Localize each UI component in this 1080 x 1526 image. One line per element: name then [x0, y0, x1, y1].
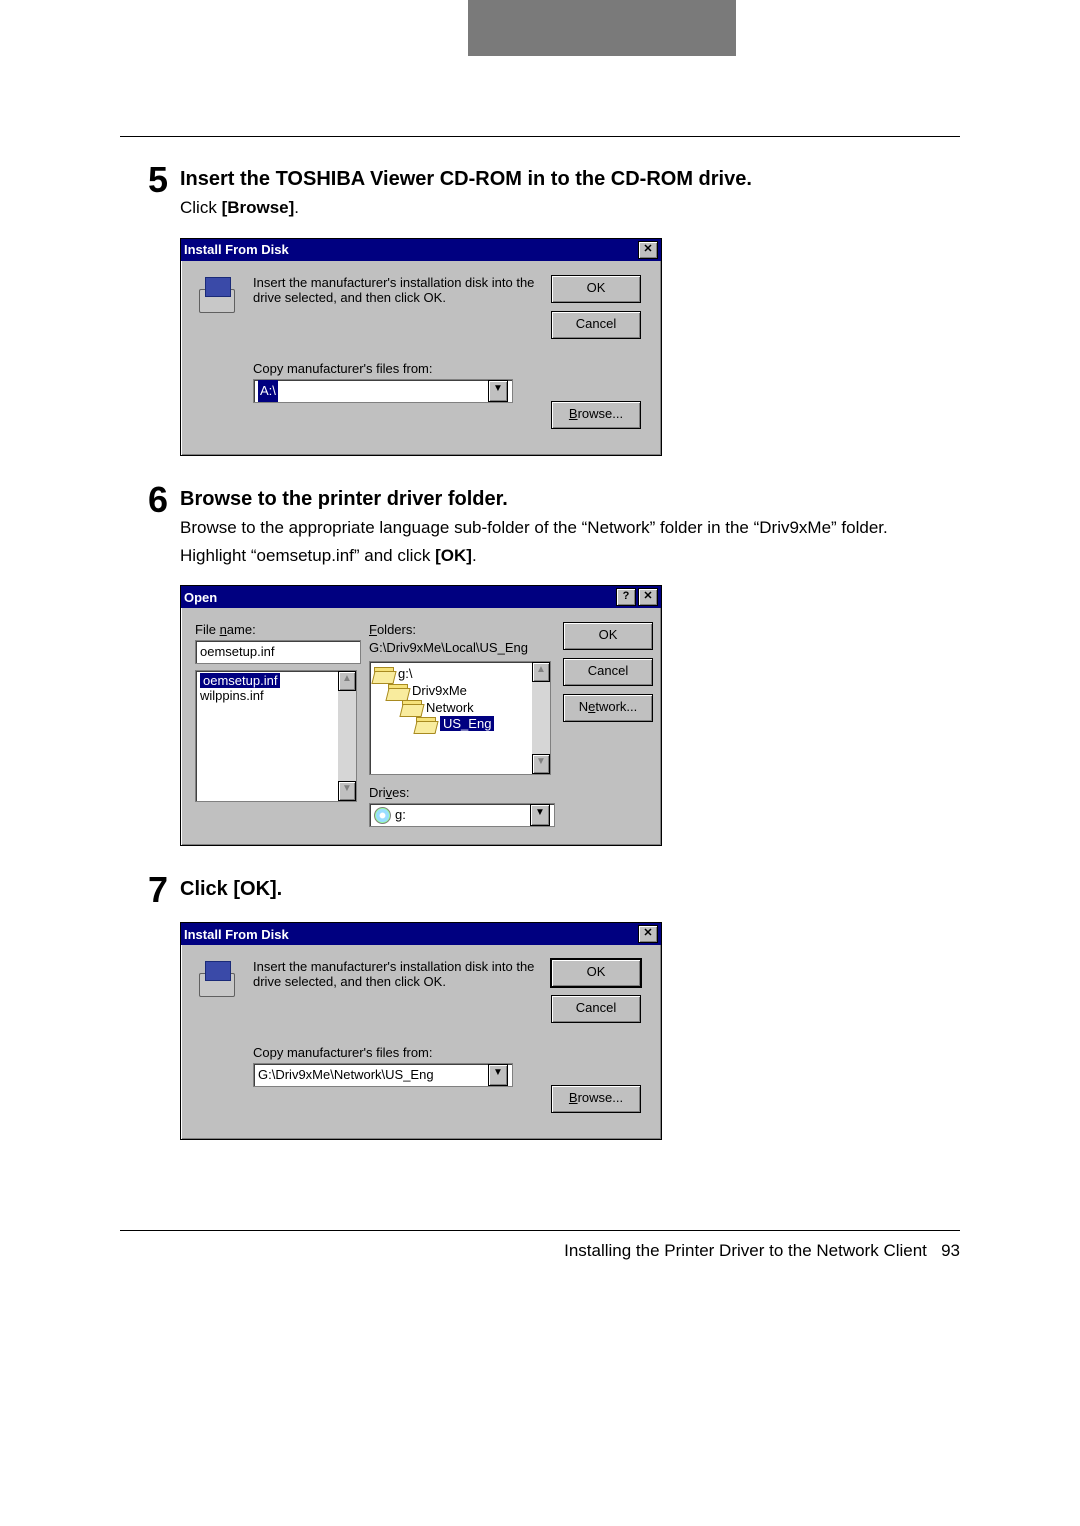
- copy-from-label: Copy manufacturer's files from:: [253, 1045, 537, 1060]
- ok-button[interactable]: OK: [551, 275, 641, 303]
- scrollbar[interactable]: ▲ ▼: [532, 662, 550, 774]
- step-5: 5 Insert the TOSHIBA Viewer CD-ROM in to…: [120, 162, 960, 224]
- folder-open-icon: [416, 717, 436, 733]
- cancel-button[interactable]: Cancel: [551, 995, 641, 1023]
- step-body: Click [OK].: [180, 872, 960, 906]
- help-icon[interactable]: ?: [616, 588, 636, 606]
- text-post: .: [472, 546, 477, 565]
- text-bold: [OK]: [435, 546, 472, 565]
- step-body: Insert the TOSHIBA Viewer CD-ROM in to t…: [180, 162, 960, 224]
- tree-item[interactable]: Driv9xMe: [374, 683, 546, 700]
- list-item[interactable]: wilppins.inf: [200, 688, 352, 703]
- dialog-title: Install From Disk: [184, 242, 289, 257]
- filename-input[interactable]: oemsetup.inf: [195, 640, 361, 664]
- network-button[interactable]: Network...: [563, 694, 653, 722]
- cd-icon: [374, 807, 391, 824]
- footer-rule: [120, 1230, 960, 1231]
- footer-text: Installing the Printer Driver to the Net…: [564, 1241, 927, 1260]
- folders-path: G:\Driv9xMe\Local\US_Eng: [369, 640, 549, 655]
- text-pre: Highlight “oemsetup.inf” and click: [180, 546, 435, 565]
- tree-item[interactable]: Network: [374, 700, 546, 717]
- browse-button[interactable]: Browse...: [551, 1085, 641, 1113]
- step-number: 7: [120, 872, 168, 908]
- drive-value: g:: [395, 807, 406, 822]
- path-value: G:\Driv9xMe\Network\US_Eng: [258, 1064, 434, 1086]
- titlebar: Open ? ✕: [181, 586, 661, 608]
- text-bold: [Browse]: [222, 198, 295, 217]
- titlebar: Install From Disk ✕: [181, 923, 661, 945]
- folder-open-icon: [388, 684, 408, 700]
- folder-open-icon: [402, 700, 422, 716]
- text-pre: Click: [180, 198, 222, 217]
- step-6-title: Browse to the printer driver folder.: [180, 486, 960, 512]
- dialog-title: Open: [184, 590, 217, 605]
- step-5-title: Insert the TOSHIBA Viewer CD-ROM in to t…: [180, 166, 960, 192]
- path-combo[interactable]: A:\ ▼: [253, 379, 513, 403]
- dialog-install-1: Install From Disk ✕ Insert the manufactu…: [180, 238, 960, 456]
- step-5-text: Click [Browse].: [180, 196, 960, 220]
- filename-label: File name:: [195, 622, 355, 637]
- tree-item[interactable]: g:\: [374, 666, 546, 683]
- path-combo[interactable]: G:\Driv9xMe\Network\US_Eng ▼: [253, 1063, 513, 1087]
- copy-from-label: Copy manufacturer's files from:: [253, 361, 537, 376]
- folder-tree[interactable]: g:\ Driv9xMe Network US_Eng ▲ ▼: [369, 661, 551, 775]
- scroll-up-icon[interactable]: ▲: [532, 662, 550, 682]
- step-7: 7 Click [OK].: [120, 872, 960, 908]
- path-value: A:\: [258, 380, 278, 402]
- dialog-open: Open ? ✕ File name: oemsetup.inf oemsetu…: [180, 585, 960, 846]
- chevron-down-icon[interactable]: ▼: [488, 1064, 508, 1086]
- text-post: .: [294, 198, 299, 217]
- step-6-text-1: Browse to the appropriate language sub-f…: [180, 516, 960, 540]
- page-footer: Installing the Printer Driver to the Net…: [120, 1241, 960, 1301]
- ok-button[interactable]: OK: [563, 622, 653, 650]
- scroll-down-icon[interactable]: ▼: [532, 754, 550, 774]
- folders-label: Folders:: [369, 622, 549, 637]
- dialog-message: Insert the manufacturer's installation d…: [253, 959, 537, 1019]
- tree-item[interactable]: US_Eng: [374, 716, 546, 733]
- drives-combo[interactable]: g: ▼: [369, 803, 555, 827]
- top-rule: [120, 136, 960, 137]
- cancel-button[interactable]: Cancel: [551, 311, 641, 339]
- file-listbox[interactable]: oemsetup.inf wilppins.inf ▲ ▼: [195, 670, 357, 802]
- scrollbar[interactable]: ▲ ▼: [338, 671, 356, 801]
- header-grey-block: [468, 0, 736, 56]
- step-number: 5: [120, 162, 168, 198]
- dialog-title: Install From Disk: [184, 927, 289, 942]
- browse-button[interactable]: Browse...: [551, 401, 641, 429]
- chevron-down-icon[interactable]: ▼: [488, 380, 508, 402]
- list-item[interactable]: oemsetup.inf: [200, 673, 280, 688]
- step-number: 6: [120, 482, 168, 518]
- dialog-message: Insert the manufacturer's installation d…: [253, 275, 537, 335]
- chevron-down-icon[interactable]: ▼: [530, 804, 550, 826]
- header-band: [0, 0, 1080, 56]
- page-content: 5 Insert the TOSHIBA Viewer CD-ROM in to…: [0, 56, 1080, 1301]
- disk-icon: [195, 959, 239, 999]
- ok-button[interactable]: OK: [551, 959, 641, 987]
- folder-open-icon: [374, 667, 394, 683]
- step-7-title: Click [OK].: [180, 876, 960, 902]
- step-6: 6 Browse to the printer driver folder. B…: [120, 482, 960, 572]
- scroll-down-icon[interactable]: ▼: [338, 781, 356, 801]
- scroll-up-icon[interactable]: ▲: [338, 671, 356, 691]
- close-icon[interactable]: ✕: [638, 925, 658, 943]
- close-icon[interactable]: ✕: [638, 588, 658, 606]
- step-body: Browse to the printer driver folder. Bro…: [180, 482, 960, 572]
- close-icon[interactable]: ✕: [638, 241, 658, 259]
- cancel-button[interactable]: Cancel: [563, 658, 653, 686]
- drives-label: Drives:: [369, 785, 549, 800]
- step-6-text-2: Highlight “oemsetup.inf” and click [OK].: [180, 544, 960, 568]
- filename-value: oemsetup.inf: [200, 641, 274, 663]
- titlebar: Install From Disk ✕: [181, 239, 661, 261]
- disk-icon: [195, 275, 239, 315]
- page-number: 93: [941, 1241, 960, 1260]
- dialog-install-2: Install From Disk ✕ Insert the manufactu…: [180, 922, 960, 1140]
